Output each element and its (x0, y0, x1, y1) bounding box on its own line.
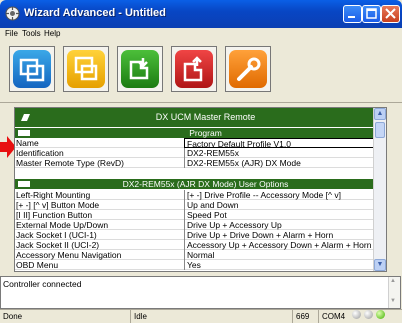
row-label: Jack Socket II (UCI-2) (16, 240, 100, 250)
close-icon (385, 8, 396, 19)
row-value-input[interactable]: Factory Default Profile V1.0 (184, 138, 376, 148)
table-row[interactable]: Left-Right Mounting [+ -] Drive Profile … (15, 190, 376, 200)
toolbar (0, 40, 402, 103)
status-message: Controller connected (3, 279, 82, 289)
main-header: DX UCM Master Remote (15, 108, 376, 127)
new-document-icon (19, 58, 45, 82)
collapse-icon[interactable] (18, 181, 30, 187)
tools-wrench-icon (237, 57, 261, 81)
status-led-green-icon (376, 310, 385, 319)
status-led-icon (364, 310, 373, 319)
row-label: Master Remote Type (RevD) (16, 158, 125, 168)
message-log: Controller connected ▲ ▼ (0, 276, 401, 309)
row-label: Left-Right Mounting (16, 190, 91, 200)
scroll-down-icon[interactable]: ▼ (374, 259, 386, 271)
row-label: Name (16, 138, 39, 148)
tools-button[interactable] (225, 46, 271, 92)
maximize-icon (366, 8, 377, 19)
row-value[interactable]: Yes (184, 260, 376, 270)
section-user-options-header[interactable]: DX2-REM55x (AJR DX Mode) User Options (15, 179, 376, 189)
row-label: Accessory Menu Navigation (16, 250, 122, 260)
row-value[interactable]: Drive Up + Drive Down + Alarm + Horn (184, 230, 376, 240)
row-label: External Mode Up/Down (16, 220, 109, 230)
row-value[interactable]: Drive Up + Accessory Up (184, 220, 376, 230)
status-port: COM4 (318, 310, 345, 323)
main-header-title: DX UCM Master Remote (155, 112, 256, 122)
save-icon (74, 56, 98, 81)
menu-tools[interactable]: Tools (22, 28, 41, 40)
row-value[interactable]: Normal (184, 250, 376, 260)
vertical-scrollbar[interactable]: ▲ ▼ (373, 108, 386, 271)
minimize-button[interactable] (343, 5, 362, 23)
status-left: Done (3, 312, 23, 321)
table-row[interactable]: Master Remote Type (RevD) DX2-REM55x (AJ… (15, 158, 376, 168)
close-button[interactable] (381, 5, 400, 23)
save-button[interactable] (63, 46, 109, 92)
status-led-icon (352, 310, 361, 319)
row-label: [I II] Function Button (16, 210, 93, 220)
table-row[interactable]: Jack Socket I (UCI-1) Drive Up + Drive D… (15, 230, 376, 240)
read-button[interactable] (117, 46, 163, 92)
menu-bar: File Tools Help (0, 28, 402, 40)
write-to-controller-icon (183, 56, 203, 82)
status-bar: Done Idle 669 COM4 (0, 309, 402, 323)
section-program-title: Program (189, 128, 222, 138)
status-number: 669 (292, 310, 309, 323)
read-from-controller-icon (129, 58, 149, 80)
scroll-thumb[interactable] (375, 122, 385, 138)
minimize-icon (348, 16, 355, 18)
row-value[interactable]: Up and Down (184, 200, 376, 210)
table-row[interactable]: [I II] Function Button Speed Pot (15, 210, 376, 220)
table-row[interactable]: Jack Socket II (UCI-2) Accessory Up + Ac… (15, 240, 376, 250)
table-row[interactable]: Name Factory Default Profile V1.0 (15, 138, 376, 148)
row-value[interactable]: Accessory Up + Accessory Down + Alarm + … (184, 240, 376, 250)
remote-icon (21, 114, 30, 121)
row-label: OBD Menu (16, 260, 59, 270)
row-label: Identification (16, 148, 64, 158)
row-value[interactable]: Speed Pot (184, 210, 376, 220)
status-mid: Idle (130, 310, 147, 323)
window-title: Wizard Advanced - Untitled (24, 7, 166, 19)
scroll-up-icon[interactable]: ▲ (374, 108, 386, 120)
section-user-options-title: DX2-REM55x (AJR DX Mode) User Options (122, 179, 289, 189)
log-scrollbar[interactable]: ▲ ▼ (388, 277, 400, 308)
menu-file[interactable]: File (5, 28, 18, 40)
row-label: Jack Socket I (UCI-1) (16, 230, 97, 240)
maximize-button[interactable] (362, 5, 381, 23)
table-row[interactable]: Identification DX2-REM55x (15, 148, 376, 158)
row-value[interactable]: DX2-REM55x (AJR) DX Mode (184, 158, 376, 168)
wizard-app-icon (5, 6, 20, 21)
table-row[interactable]: [+ -] [^ v] Button Mode Up and Down (15, 200, 376, 210)
table-row[interactable]: External Mode Up/Down Drive Up + Accesso… (15, 220, 376, 230)
scroll-down-icon[interactable]: ▼ (390, 298, 396, 304)
title-bar: Wizard Advanced - Untitled (0, 0, 402, 28)
row-label: [+ -] [^ v] Button Mode (16, 200, 100, 210)
menu-help[interactable]: Help (44, 28, 60, 40)
options-panel: DX UCM Master Remote Program Name Factor… (14, 107, 387, 272)
collapse-icon[interactable] (18, 130, 30, 136)
new-button[interactable] (9, 46, 55, 92)
scroll-up-icon[interactable]: ▲ (390, 278, 396, 284)
write-button[interactable] (171, 46, 217, 92)
table-row[interactable]: OBD Menu Yes (15, 260, 376, 270)
table-row[interactable]: Accessory Menu Navigation Normal (15, 250, 376, 260)
row-value[interactable]: [+ -] Drive Profile -- Accessory Mode [^… (184, 190, 376, 200)
section-program-header[interactable]: Program (15, 128, 376, 138)
row-value[interactable]: DX2-REM55x (184, 148, 376, 158)
